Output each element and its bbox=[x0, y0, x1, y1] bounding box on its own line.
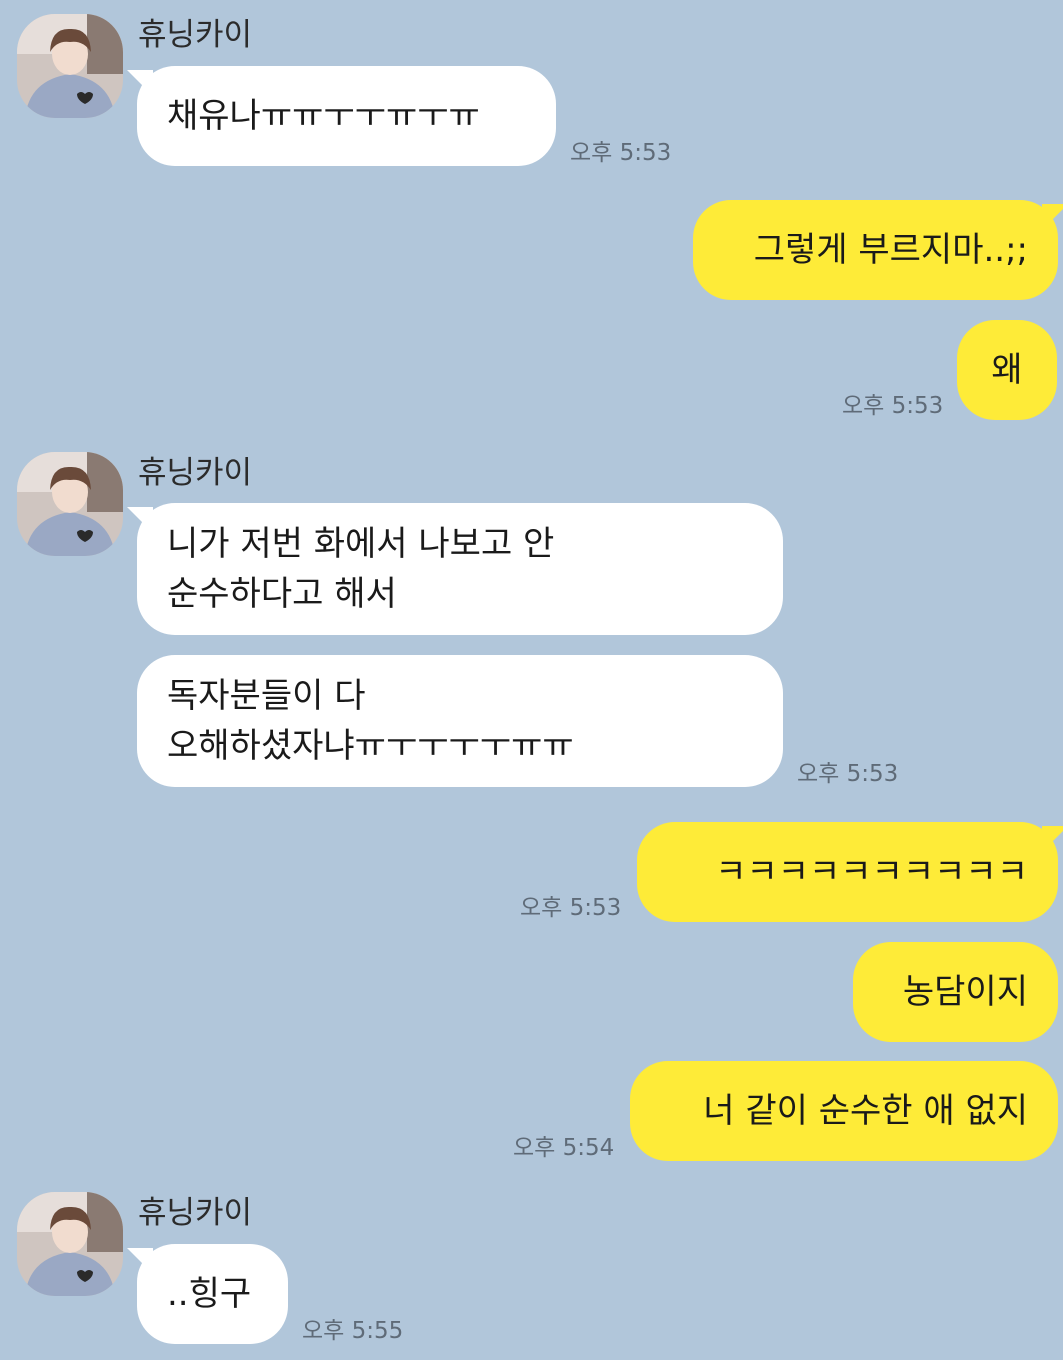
message-timestamp: 오후 5:53 bbox=[520, 895, 622, 921]
avatar[interactable] bbox=[17, 452, 123, 556]
sender-name: 휴닝카이 bbox=[138, 17, 253, 53]
message-text: 왜 bbox=[991, 350, 1023, 390]
message-text: ㅋㅋㅋㅋㅋㅋㅋㅋㅋㅋ bbox=[715, 852, 1028, 892]
message-text-line: 순수하다고 해서 bbox=[167, 574, 397, 614]
profile-photo-icon bbox=[17, 14, 123, 118]
message-text: 너 같이 순수한 애 없지 bbox=[703, 1091, 1028, 1131]
sender-name: 휴닝카이 bbox=[138, 455, 253, 491]
message-bubble-outgoing[interactable]: 농담이지 bbox=[853, 942, 1058, 1042]
message-bubble-outgoing[interactable]: 그렇게 부르지마..;; bbox=[693, 200, 1063, 300]
message-bubble-outgoing[interactable]: ㅋㅋㅋㅋㅋㅋㅋㅋㅋㅋ bbox=[637, 822, 1063, 922]
message-text-line: 오해하셨자냐ㅠㅜㅜㅜㅜㅠㅠ bbox=[167, 726, 574, 766]
message-bubble-outgoing[interactable]: 너 같이 순수한 애 없지 bbox=[630, 1061, 1058, 1161]
profile-photo-icon bbox=[17, 1192, 123, 1296]
message-bubble-incoming[interactable]: ..힝구 bbox=[127, 1244, 288, 1344]
message-bubble-incoming[interactable]: 니가 저번 화에서 나보고 안 순수하다고 해서 bbox=[127, 503, 783, 635]
avatar[interactable] bbox=[17, 1192, 123, 1296]
message-text-line: 독자분들이 다 bbox=[167, 676, 366, 716]
message-timestamp: 오후 5:53 bbox=[842, 393, 944, 419]
message-timestamp: 오후 5:55 bbox=[302, 1318, 404, 1344]
message-text: 그렇게 부르지마..;; bbox=[753, 230, 1028, 270]
chat-room: 휴닝카이 채유나ㅠㅠㅜㅜㅠㅜㅠ 오후 5:53 그렇게 부르지마..;; 왜 오… bbox=[0, 0, 1063, 1360]
message-bubble-incoming[interactable]: 채유나ㅠㅠㅜㅜㅠㅜㅠ bbox=[127, 66, 556, 166]
message-bubble-outgoing[interactable]: 왜 bbox=[957, 320, 1057, 420]
sender-name: 휴닝카이 bbox=[138, 1195, 253, 1231]
message-bubble-incoming[interactable]: 독자분들이 다 오해하셨자냐ㅠㅜㅜㅜㅜㅠㅠ bbox=[137, 655, 783, 787]
avatar[interactable] bbox=[17, 14, 123, 118]
message-text: ..힝구 bbox=[167, 1274, 252, 1314]
message-text: 농담이지 bbox=[902, 972, 1028, 1012]
message-timestamp: 오후 5:53 bbox=[797, 761, 899, 787]
profile-photo-icon bbox=[17, 452, 123, 556]
message-text-line: 니가 저번 화에서 나보고 안 bbox=[167, 524, 555, 564]
message-timestamp: 오후 5:53 bbox=[570, 140, 672, 166]
message-timestamp: 오후 5:54 bbox=[513, 1135, 615, 1161]
message-text: 채유나ㅠㅠㅜㅜㅠㅜㅠ bbox=[167, 96, 480, 136]
